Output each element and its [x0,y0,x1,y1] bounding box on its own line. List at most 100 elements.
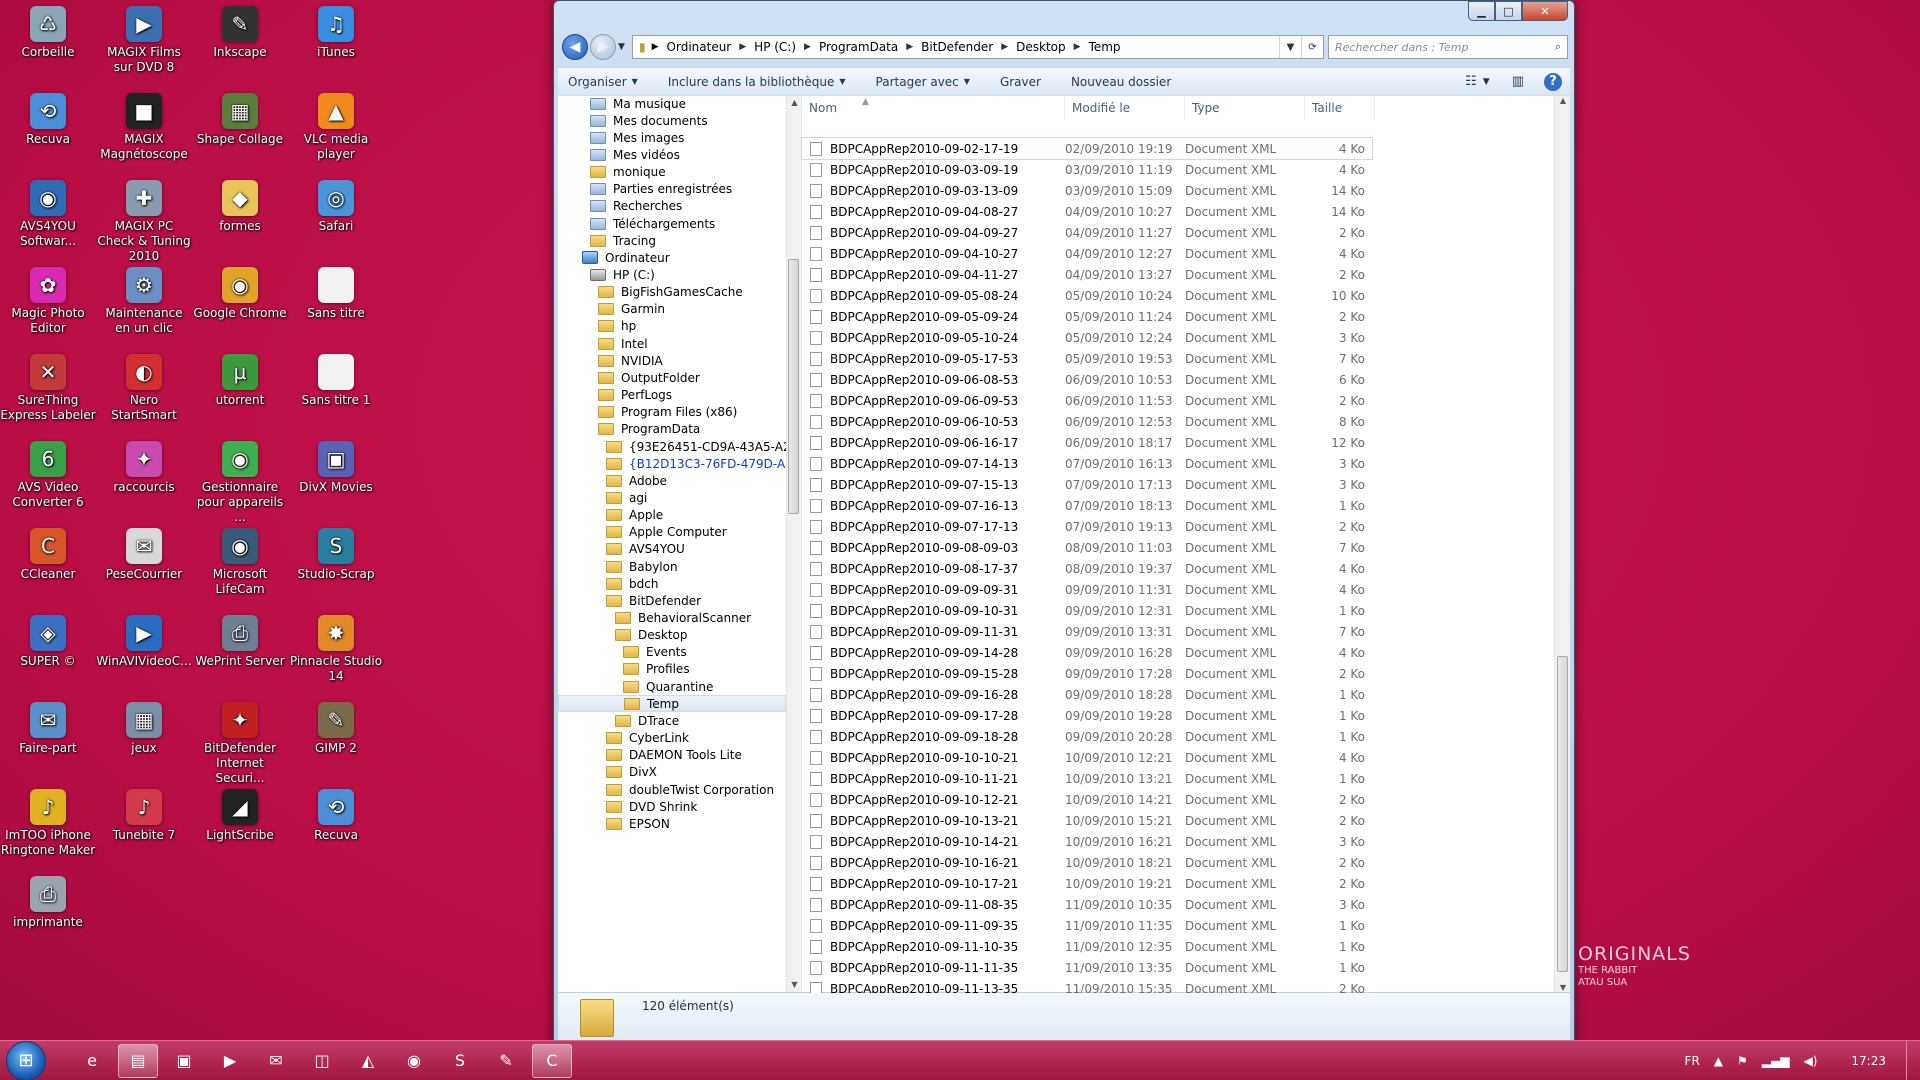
file-row[interactable]: BDPCAppRep2010-09-05-17-53 05/09/2010 19:… [802,348,1372,369]
desktop-icon[interactable]: ✦ BitDefender Internet Securi... [192,702,288,786]
inkscape-task-icon[interactable]: ✎ [486,1044,526,1078]
desktop-icon[interactable]: ◎ Safari [288,180,384,234]
tree-item[interactable]: Babylon [606,558,678,575]
file-row[interactable]: BDPCAppRep2010-09-08-09-03 08/09/2010 11:… [802,537,1372,558]
start-button[interactable]: ⊞ [6,1040,46,1080]
tree-item[interactable]: Tracing [590,232,656,249]
column-size[interactable]: Taille [1305,96,1375,120]
include-in-library-menu[interactable]: Inclure dans la bibliothèque ▼ [668,75,846,89]
forward-button[interactable]: ▶ [590,34,616,60]
tree-item[interactable]: Téléchargements [590,215,715,232]
desktop-icon[interactable]: ♺ Corbeille [0,6,96,60]
window-app-icon[interactable]: ▣ [164,1044,204,1078]
breadcrumb-item[interactable]: ProgramData ▶ [819,40,921,54]
desktop-icon[interactable]: ♪ Tunebite 7 [96,789,192,843]
file-list-scrollbar[interactable]: ▲ ▼ [1554,96,1570,992]
chevron-right-icon[interactable]: ▶ [1074,42,1081,52]
tree-item[interactable]: EPSON [606,815,670,832]
desktop-icon[interactable]: ▣ DivX Movies [288,441,384,495]
file-row[interactable]: BDPCAppRep2010-09-09-18-28 09/09/2010 20:… [802,726,1372,747]
share-with-menu[interactable]: Partager avec ▼ [876,75,970,89]
scroll-down-icon[interactable]: ▼ [1555,983,1571,992]
tree-item[interactable]: Events [623,644,687,661]
chevron-right-icon[interactable]: ▶ [1001,42,1008,52]
desktop-icon[interactable]: ♫ iTunes [288,6,384,60]
file-row[interactable]: BDPCAppRep2010-09-07-17-13 07/09/2010 19:… [802,516,1372,537]
desktop-icon[interactable]: ▶ MAGIX Films sur DVD 8 [96,6,192,75]
tree-item[interactable]: hp [598,318,636,335]
desktop-icon[interactable]: ✎ Inkscape [192,6,288,60]
desktop-icon[interactable]: ✦ raccourcis [96,441,192,495]
ie-icon[interactable]: e [72,1044,112,1078]
breadcrumb-item[interactable]: HP (C:) ▶ [754,40,819,54]
desktop-icon[interactable]: ▦ jeux [96,702,192,756]
desktop-icon[interactable]: ⎙ WePrint Server [192,615,288,669]
tree-item[interactable]: Parties enregistrées [590,181,732,198]
navigation-scrollbar[interactable]: ▲ ▼ [786,96,801,992]
search-icon[interactable]: ⌕ [1555,40,1561,54]
file-row[interactable]: BDPCAppRep2010-09-08-17-37 08/09/2010 19:… [802,558,1372,579]
show-desktop-button[interactable] [1906,1040,1920,1080]
file-row[interactable]: BDPCAppRep2010-09-10-12-21 10/09/2010 14:… [802,789,1372,810]
file-row[interactable]: BDPCAppRep2010-09-09-14-28 09/09/2010 16:… [802,642,1372,663]
skype-icon[interactable]: S [440,1044,480,1078]
desktop-icon[interactable]: ✉ Faire-part [0,702,96,756]
file-row[interactable]: BDPCAppRep2010-09-06-09-53 06/09/2010 11:… [802,390,1372,411]
language-indicator[interactable]: FR [1685,1054,1700,1068]
file-row[interactable]: BDPCAppRep2010-09-09-16-28 09/09/2010 18:… [802,684,1372,705]
preview-pane-icon[interactable]: ▥ [1512,74,1524,89]
chevron-right-icon[interactable]: ▶ [804,42,811,52]
file-row[interactable]: BDPCAppRep2010-09-05-10-24 05/09/2010 12:… [802,327,1372,348]
tree-item[interactable]: Mes images [590,129,684,146]
desktop-icon[interactable]: ✸ Pinnacle Studio 14 [288,615,384,684]
file-row[interactable]: BDPCAppRep2010-09-10-11-21 10/09/2010 13:… [802,768,1372,789]
desktop-icon[interactable]: ✚ MAGIX PC Check & Tuning 2010 [96,180,192,264]
tree-item[interactable]: Ordinateur [582,249,670,266]
explorer-icon[interactable]: ▤ [118,1043,158,1078]
tree-item[interactable]: BehavioralScanner [615,610,751,627]
tree-item[interactable]: Intel [598,335,648,352]
action-center-icon[interactable]: ⚑ [1737,1054,1748,1068]
navigation-scroll-thumb[interactable] [788,259,799,514]
desktop-icon[interactable]: ✿ Magic Photo Editor [0,267,96,336]
file-row[interactable]: BDPCAppRep2010-09-04-08-27 04/09/2010 10:… [802,201,1372,222]
back-button[interactable]: ◀ [562,34,588,60]
desktop-icon[interactable]: ◉ Microsoft LifeCam [192,528,288,597]
organize-menu[interactable]: Organiser ▼ [568,75,638,89]
desktop-icon[interactable]: ⎙ imprimante [0,876,96,930]
tree-item[interactable]: OutputFolder [598,369,700,386]
file-row[interactable]: BDPCAppRep2010-09-04-11-27 04/09/2010 13:… [802,264,1372,285]
scroll-up-icon[interactable]: ▲ [787,96,801,110]
chevron-right-icon[interactable]: ▶ [906,42,913,52]
desktop-icon[interactable]: ◉ Gestionnaire pour appareils ... [192,441,288,525]
file-row[interactable]: BDPCAppRep2010-09-10-10-21 10/09/2010 12:… [802,747,1372,768]
tree-item[interactable]: {B12D13C3-76FD-479D-AD99-8 [606,455,801,472]
file-row[interactable]: BDPCAppRep2010-09-10-14-21 10/09/2010 16:… [802,831,1372,852]
file-row[interactable]: BDPCAppRep2010-09-09-17-28 09/09/2010 19:… [802,705,1372,726]
scroll-up-icon[interactable]: ▲ [1555,96,1571,105]
recent-pages-dropdown[interactable]: ▼ [618,42,630,52]
tree-item[interactable]: Temp [558,695,786,713]
tree-item[interactable]: Desktop [615,627,688,644]
tree-item[interactable]: Ma musique [590,96,686,112]
tree-item[interactable]: Garmin [598,301,665,318]
photo-app-icon[interactable]: ◭ [348,1044,388,1078]
file-row[interactable]: BDPCAppRep2010-09-09-09-31 09/09/2010 11:… [802,579,1372,600]
desktop-icon[interactable]: ◉ AVS4YOU Softwar... [0,180,96,249]
file-row[interactable]: BDPCAppRep2010-09-06-16-17 06/09/2010 18:… [802,432,1372,453]
burn-button[interactable]: Graver [1000,75,1041,89]
column-type[interactable]: Type [1185,96,1305,120]
file-row[interactable]: BDPCAppRep2010-09-10-13-21 10/09/2010 15:… [802,810,1372,831]
tree-item[interactable]: Mes vidéos [590,146,680,163]
desktop-icon[interactable]: ⟲ Recuva [0,93,96,147]
desktop-icon[interactable]: S Studio-Scrap [288,528,384,582]
clock[interactable]: 17:23 [1851,1054,1886,1068]
file-row[interactable]: BDPCAppRep2010-09-11-08-35 11/09/2010 10:… [802,894,1372,915]
tree-item[interactable]: Apple [606,507,663,524]
tree-item[interactable]: ProgramData [598,421,700,438]
tree-item[interactable]: bdch [606,575,658,592]
maximize-button[interactable]: □ [1495,1,1522,21]
file-row[interactable]: BDPCAppRep2010-09-09-15-28 09/09/2010 17:… [802,663,1372,684]
file-row[interactable]: BDPCAppRep2010-09-10-16-21 10/09/2010 18:… [802,852,1372,873]
breadcrumb-item[interactable]: Ordinateur ▶ [667,40,755,54]
